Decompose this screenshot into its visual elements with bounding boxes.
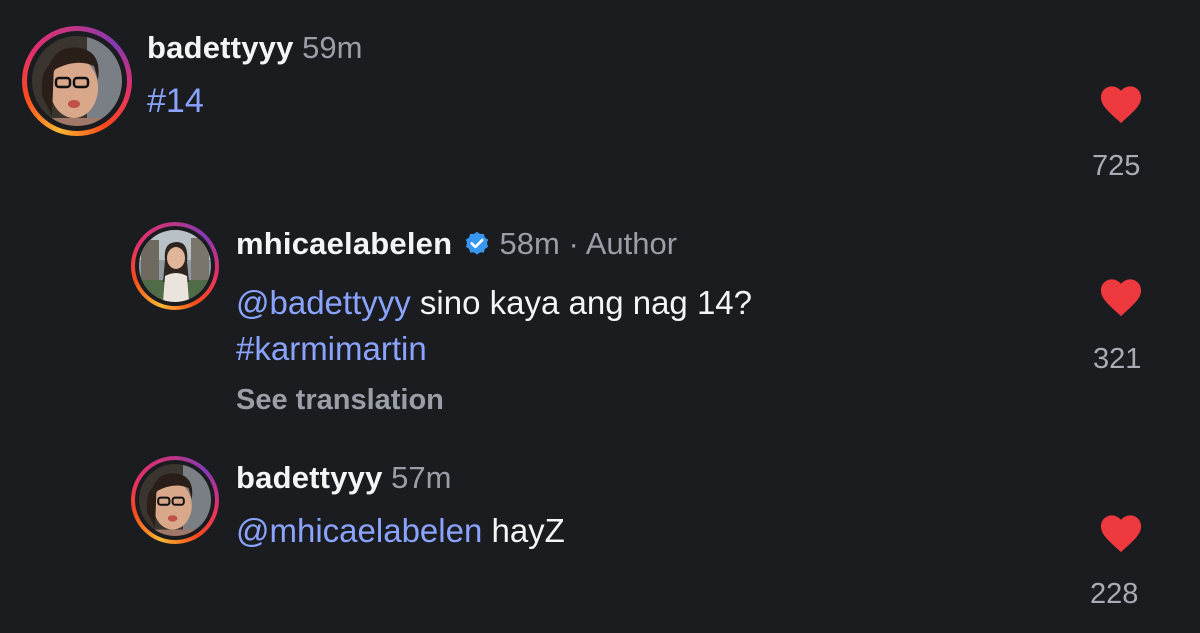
heart-icon[interactable] bbox=[1098, 83, 1144, 125]
comment-text: hayZ bbox=[482, 512, 565, 549]
comment-username[interactable]: badettyyy bbox=[147, 30, 294, 65]
like-count: 725 bbox=[1092, 150, 1141, 182]
comment-text: sino kaya ang nag 14? bbox=[410, 284, 753, 321]
avatar-image bbox=[139, 464, 211, 536]
meta-separator: · bbox=[568, 226, 579, 261]
comment-username[interactable]: badettyyy bbox=[236, 460, 383, 495]
mention-link[interactable]: @mhicaelabelen bbox=[236, 512, 482, 549]
comment-timestamp: 57m bbox=[391, 460, 452, 495]
avatar[interactable] bbox=[139, 464, 211, 536]
mention-link[interactable]: @badettyyy bbox=[236, 284, 411, 321]
avatar-story-ring[interactable] bbox=[131, 222, 219, 310]
avatar-story-ring[interactable] bbox=[131, 456, 219, 544]
avatar-story-ring[interactable] bbox=[22, 26, 132, 136]
avatar[interactable] bbox=[139, 230, 211, 302]
see-translation-link[interactable]: See translation bbox=[236, 384, 444, 417]
heart-icon[interactable] bbox=[1098, 512, 1144, 554]
verified-badge-icon bbox=[465, 231, 488, 255]
heart-icon[interactable] bbox=[1098, 276, 1144, 318]
hashtag-link[interactable]: #14 bbox=[147, 82, 204, 121]
hashtag-link[interactable]: #karmimartin bbox=[236, 330, 427, 367]
avatar-image bbox=[139, 230, 211, 302]
like-count: 228 bbox=[1090, 578, 1139, 610]
avatar-image bbox=[32, 36, 122, 126]
author-badge: Author bbox=[585, 226, 678, 261]
avatar[interactable] bbox=[32, 36, 122, 126]
like-count: 321 bbox=[1093, 343, 1142, 375]
comment-timestamp: 58m bbox=[499, 226, 560, 261]
comment-username[interactable]: mhicaelabelen bbox=[236, 226, 452, 261]
comment-timestamp: 59m bbox=[302, 30, 363, 65]
